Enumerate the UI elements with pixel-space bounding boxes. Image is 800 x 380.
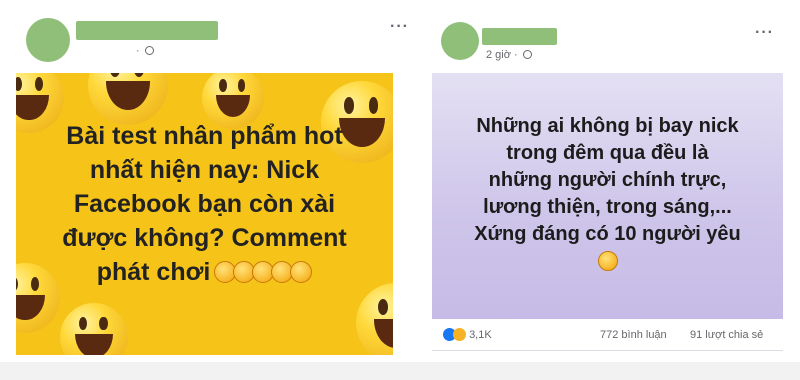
author-name-redacted[interactable] <box>76 21 218 40</box>
shares-count-link[interactable]: 91 lượt chia sẻ <box>690 329 763 341</box>
post-time: · <box>136 45 140 57</box>
more-options-icon[interactable]: ··· <box>755 24 774 42</box>
tired-face-emojis <box>214 258 313 292</box>
laughing-emoji-icon <box>356 283 393 355</box>
comments-count-link[interactable]: 772 bình luận <box>600 329 667 341</box>
haha-icon <box>453 328 466 341</box>
reaction-count: 3,1K <box>469 329 492 341</box>
globe-icon <box>144 46 154 55</box>
divider <box>432 350 783 351</box>
avatar[interactable] <box>26 18 70 62</box>
tired-face-icon <box>290 261 313 283</box>
caption-line: Bài test nhân phẩm hot <box>66 122 343 150</box>
post-image[interactable]: Những ai không bị bay nick trong đêm qua… <box>432 73 783 319</box>
caption-line: những người chính trực, <box>488 169 727 191</box>
caption-line: Những ai không bị bay nick <box>476 115 739 137</box>
author-name-redacted[interactable] <box>482 28 557 45</box>
post-image[interactable]: Bài test nhân phẩm hot nhất hiện nay: Ni… <box>16 73 393 355</box>
caption-line: Facebook bạn còn xài <box>73 190 336 218</box>
more-options-icon[interactable]: ··· <box>390 18 409 36</box>
caption-line: nhất hiện nay: Nick <box>89 156 320 184</box>
caption-line: được không? Comment <box>62 224 347 252</box>
post-meta: · <box>136 45 154 57</box>
caption-line: phát chơi <box>96 258 211 286</box>
post-card-left: · ··· Bài test nhân phẩm hot nhất hiện n… <box>0 0 408 360</box>
reaction-summary[interactable]: 3,1K <box>443 328 492 341</box>
avatar[interactable] <box>441 22 479 60</box>
image-caption-text: Bài test nhân phẩm hot nhất hiện nay: Ni… <box>16 119 393 292</box>
cropped-text-strip <box>0 362 800 380</box>
post-time: 2 giờ · <box>486 49 518 61</box>
caption-line: Xứng đáng có 10 người yêu <box>474 223 741 245</box>
caption-line: lương thiện, trong sáng,... <box>483 196 732 218</box>
heart-eyes-emoji-icon <box>597 251 618 271</box>
globe-icon <box>522 50 532 59</box>
laughing-emoji-icon <box>60 303 128 355</box>
post-meta: 2 giờ · <box>486 49 532 61</box>
caption-line-last: phát chơi <box>16 255 393 292</box>
caption-line: trong đêm qua đều là <box>506 142 709 164</box>
laughing-emoji-icon <box>88 73 168 125</box>
image-caption-text: Những ai không bị bay nick trong đêm qua… <box>432 113 783 279</box>
